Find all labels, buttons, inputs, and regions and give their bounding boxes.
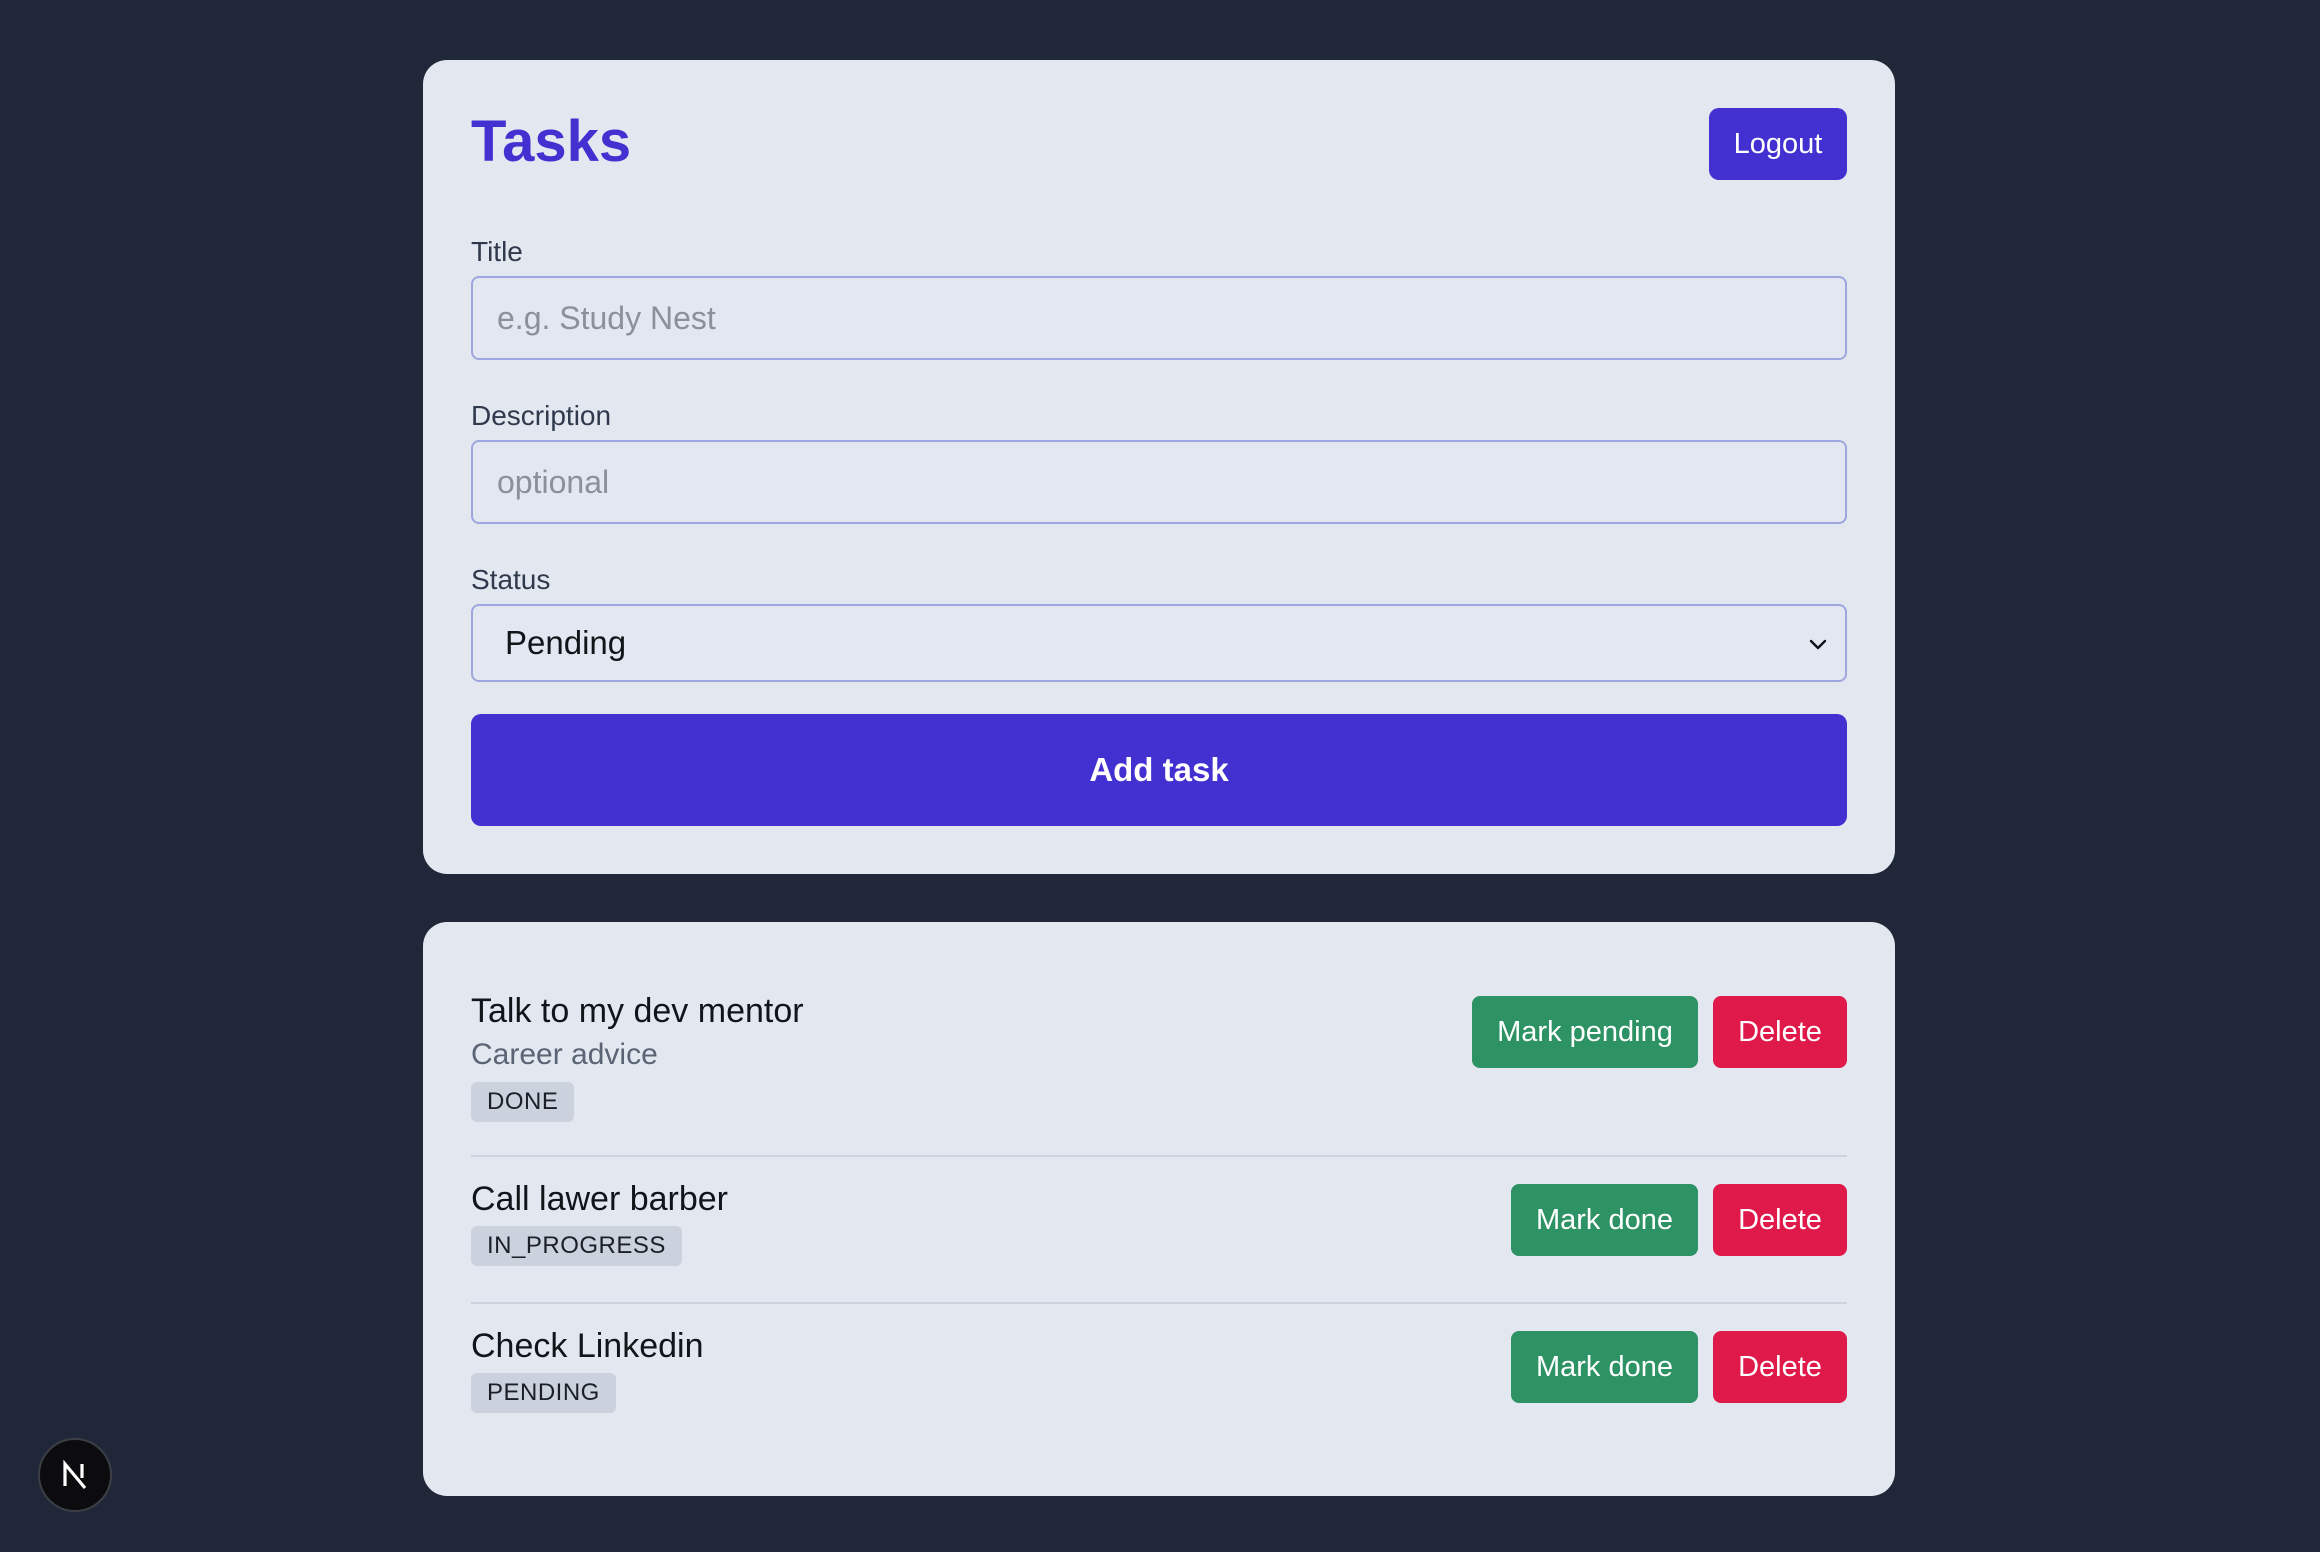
description-input[interactable]: optional	[471, 440, 1847, 524]
task-description: Career advice	[471, 1038, 658, 1071]
nextjs-n-glyph	[63, 1459, 87, 1490]
divider	[471, 1155, 1847, 1157]
nextjs-logo-icon[interactable]	[38, 1438, 112, 1512]
task-title: Talk to my dev mentor	[471, 992, 804, 1030]
status-select[interactable]: Pending	[471, 604, 1847, 682]
status-badge: DONE	[471, 1082, 575, 1122]
mark-done-button[interactable]: Mark done	[1511, 1184, 1698, 1256]
delete-button[interactable]: Delete	[1713, 996, 1847, 1068]
title-label: Title	[471, 236, 523, 267]
title-input-placeholder: e.g. Study Nest	[497, 299, 716, 336]
task-item: Call lawer barber IN_PROGRESS Mark done …	[471, 1180, 1847, 1290]
task-item: Check Linkedin PENDING Mark done Delete	[471, 1327, 1847, 1437]
page-title: Tasks	[471, 109, 632, 174]
task-form-card: Tasks Logout Title e.g. Study Nest Descr…	[423, 60, 1895, 874]
mark-pending-button[interactable]: Mark pending	[1472, 996, 1698, 1068]
mark-done-button[interactable]: Mark done	[1511, 1331, 1698, 1403]
description-input-placeholder: optional	[497, 463, 610, 500]
divider	[471, 1302, 1847, 1304]
task-title: Check Linkedin	[471, 1327, 704, 1365]
title-input[interactable]: e.g. Study Nest	[471, 276, 1847, 360]
delete-button[interactable]: Delete	[1713, 1331, 1847, 1403]
add-task-button[interactable]: Add task	[471, 714, 1847, 826]
description-label: Description	[471, 400, 612, 431]
delete-button[interactable]: Delete	[1713, 1184, 1847, 1256]
status-select-value: Pending	[505, 624, 627, 661]
status-label: Status	[471, 564, 551, 595]
chevron-down-icon	[1809, 639, 1827, 650]
status-badge: IN_PROGRESS	[471, 1226, 682, 1266]
logout-button[interactable]: Logout	[1709, 108, 1847, 180]
task-item: Talk to my dev mentor Career advice DONE…	[471, 992, 1847, 1122]
task-title: Call lawer barber	[471, 1180, 728, 1218]
status-badge: PENDING	[471, 1373, 616, 1413]
task-list-card: Talk to my dev mentor Career advice DONE…	[423, 922, 1895, 1496]
